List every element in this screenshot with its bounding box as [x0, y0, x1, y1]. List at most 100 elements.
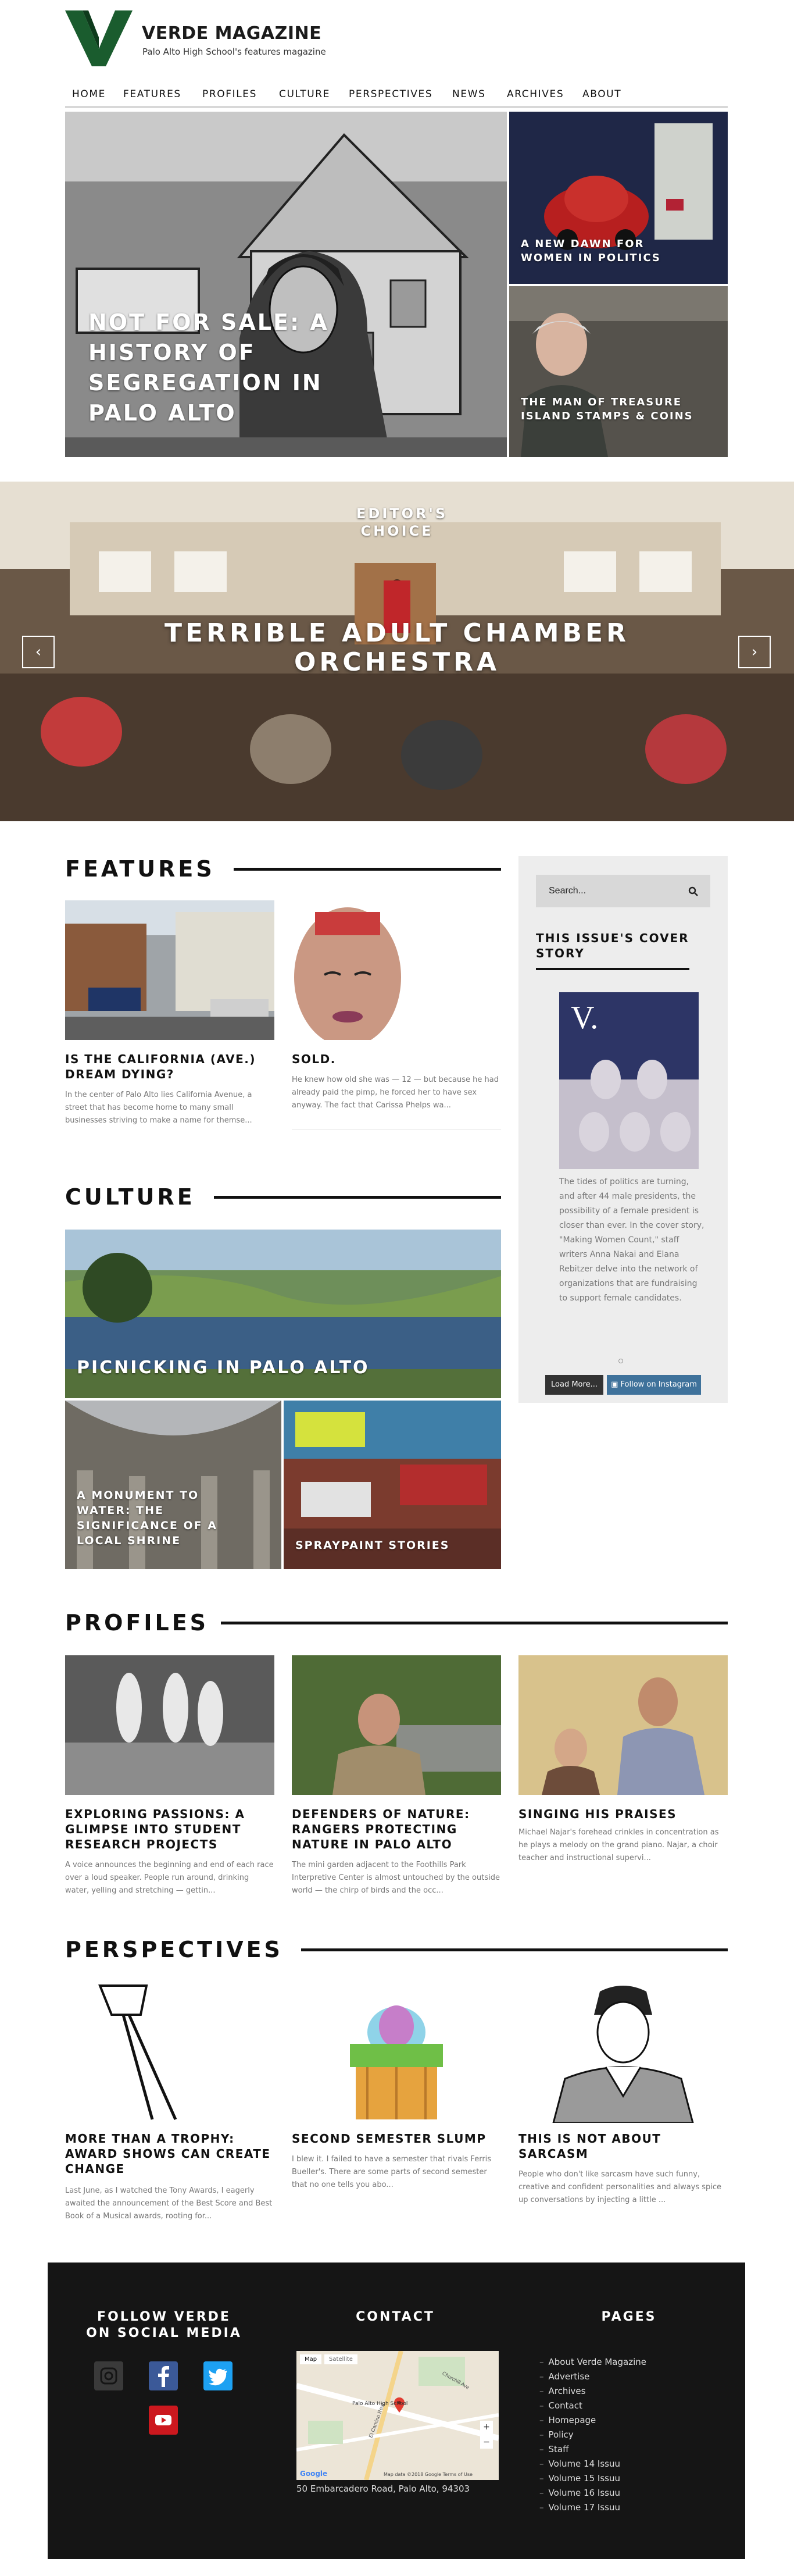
hero-main-title[interactable]: NOT FOR SALE: A HISTORY OF SEGREGATION I…	[88, 307, 391, 428]
footer-link-volume16[interactable]: Volume 16 Issuu	[539, 2486, 620, 2499]
youtube-link[interactable]	[149, 2406, 178, 2435]
profile2-title[interactable]: DEFENDERS OF NATURE: RANGERS PROTECTING …	[292, 1807, 501, 1852]
footer-link-contact[interactable]: Contact	[539, 2399, 582, 2412]
hero-side-card-politics[interactable]: A NEW DAWN FOR WOMEN IN POLITICS	[509, 112, 728, 284]
profile2-thumbnail[interactable]	[292, 1655, 501, 1795]
main-nav: HOME FEATURES PROFILES CULTURE PERSPECTI…	[65, 81, 728, 108]
profile2-image	[292, 1655, 501, 1795]
culture-main-card[interactable]: PICNICKING IN PALO ALTO	[65, 1230, 501, 1398]
profile3-title[interactable]: SINGING HIS PRAISES	[518, 1807, 728, 1822]
brand-title[interactable]: VERDE MAGAZINE	[142, 23, 321, 44]
nav-about[interactable]: ABOUT	[582, 88, 621, 100]
perspectives-rule	[301, 1948, 728, 1951]
nav-perspectives[interactable]: PERSPECTIVES	[349, 88, 432, 100]
footer-link-staff[interactable]: Staff	[539, 2443, 569, 2456]
editors-choice-slider[interactable]: EDITOR'S CHOICE TERRIBLE ADULT CHAMBER O…	[0, 482, 794, 821]
perspective1-thumbnail[interactable]	[65, 1980, 274, 2123]
arrow-right-icon: ›	[751, 643, 758, 661]
arrow-left-icon: ‹	[35, 643, 42, 661]
sidebar: THIS ISSUE'S COVER STORY V. The tides of…	[518, 856, 728, 1403]
map-image: Churchill Ave El Camino Real	[296, 2351, 499, 2480]
search-input[interactable]	[536, 875, 681, 907]
feature1-image	[65, 900, 274, 1040]
culture-heading[interactable]: CULTURE	[65, 1185, 195, 1209]
footer-link-policy[interactable]: Policy	[539, 2428, 574, 2441]
feature1-thumbnail[interactable]	[65, 900, 274, 1040]
footer-link-volume17[interactable]: Volume 17 Issuu	[539, 2501, 620, 2514]
map-tab-map[interactable]: Map	[300, 2354, 322, 2364]
map-zoom-in-button[interactable]: +	[480, 2421, 493, 2434]
cover-image[interactable]: V.	[559, 992, 699, 1169]
nav-news[interactable]: NEWS	[452, 88, 485, 100]
follow-instagram-button[interactable]: ▣ Follow on Instagram	[607, 1375, 701, 1395]
profiles-section-header: PROFILES	[65, 1611, 728, 1634]
profiles-rule	[221, 1622, 728, 1624]
footer-link-archives[interactable]: Archives	[539, 2385, 586, 2397]
features-heading[interactable]: FEATURES	[65, 857, 215, 881]
search-icon[interactable]	[688, 886, 699, 897]
nav-features[interactable]: FEATURES	[123, 88, 181, 100]
map-zoom-out-button[interactable]: −	[480, 2436, 493, 2449]
profile1-title[interactable]: EXPLORING PASSIONS: A GLIMPSE INTO STUDE…	[65, 1807, 274, 1852]
footer-link-volume14[interactable]: Volume 14 Issuu	[539, 2457, 620, 2470]
slider-prev-button[interactable]: ‹	[22, 636, 55, 668]
hero-side-card-stamps[interactable]: THE MAN OF TREASURE ISLAND STAMPS & COIN…	[509, 286, 728, 457]
profile3-image	[518, 1655, 728, 1795]
footer-link-homepage[interactable]: Homepage	[539, 2414, 596, 2427]
cover-story-rule	[536, 968, 689, 970]
nav-home[interactable]: HOME	[72, 88, 106, 100]
perspective3-title[interactable]: THIS IS NOT ABOUT SARCASM	[518, 2131, 728, 2161]
slider-next-button[interactable]: ›	[738, 636, 771, 668]
footer-address: 50 Embarcadero Road, Palo Alto, 94303	[296, 2484, 470, 2494]
footer-social-heading: FOLLOW VERDE ON SOCIAL MEDIA	[86, 2310, 242, 2340]
perspective3-image	[518, 1980, 728, 2123]
footer-link-volume15[interactable]: Volume 15 Issuu	[539, 2472, 620, 2485]
culture-main-title[interactable]: PICNICKING IN PALO ALTO	[77, 1358, 484, 1378]
perspective1-title[interactable]: MORE THAN A TROPHY: AWARD SHOWS CAN CREA…	[65, 2131, 274, 2176]
loading-spinner-icon	[618, 1359, 623, 1363]
load-more-button[interactable]: Load More...	[545, 1375, 603, 1395]
features-section-header: FEATURES	[65, 857, 501, 881]
feature1-title[interactable]: IS THE CALIFORNIA (AVE.) DREAM DYING?	[65, 1052, 274, 1082]
hero-side1-title[interactable]: A NEW DAWN FOR WOMEN IN POLITICS	[521, 237, 695, 265]
feature1-excerpt: In the center of Palo Alto lies Californ…	[65, 1091, 252, 1125]
location-map[interactable]: Churchill Ave El Camino Real Map Satelli…	[296, 2351, 499, 2480]
slider-title[interactable]: TERRIBLE ADULT CHAMBER ORCHESTRA	[0, 619, 794, 677]
perspective2-title[interactable]: SECOND SEMESTER SLUMP	[292, 2131, 501, 2146]
site-header: VERDE MAGAZINE Palo Alto High School's f…	[65, 0, 728, 81]
verde-logo-icon[interactable]	[65, 10, 133, 66]
perspectives-heading[interactable]: PERSPECTIVES	[65, 1938, 283, 1961]
perspective2-thumbnail[interactable]	[292, 1980, 501, 2123]
nav-culture[interactable]: CULTURE	[279, 88, 330, 100]
footer-link-advertise[interactable]: Advertise	[539, 2370, 590, 2383]
hero-side2-title[interactable]: THE MAN OF TREASURE ISLAND STAMPS & COIN…	[521, 396, 707, 423]
profile3-excerpt: Michael Najar's forehead crinkles in con…	[518, 1828, 719, 1862]
culture-left-card[interactable]: A MONUMENT TO WATER: THE SIGNIFICANCE OF…	[65, 1401, 281, 1569]
cover-illustration: V.	[559, 992, 699, 1169]
culture-rule	[214, 1196, 501, 1199]
footer-link-about[interactable]: About Verde Magazine	[539, 2356, 647, 2368]
twitter-link[interactable]	[203, 2361, 233, 2390]
profile1-excerpt: A voice announces the beginning and end …	[65, 1861, 274, 1895]
profile3-thumbnail[interactable]	[518, 1655, 728, 1795]
feature2-title[interactable]: SOLD.	[292, 1052, 501, 1067]
facebook-link[interactable]	[149, 2361, 178, 2390]
hero-side2-image	[509, 286, 728, 457]
map-tab-satellite[interactable]: Satellite	[324, 2354, 357, 2364]
nav-profiles[interactable]: PROFILES	[202, 88, 257, 100]
profiles-heading[interactable]: PROFILES	[65, 1611, 209, 1634]
perspective3-excerpt: People who don't like sarcasm have such …	[518, 2170, 722, 2204]
profile1-thumbnail[interactable]	[65, 1655, 274, 1795]
map-pin-label: Palo Alto High School	[352, 2401, 408, 2407]
nav-archives[interactable]: ARCHIVES	[507, 88, 564, 100]
culture-right-card[interactable]: SPRAYPAINT STORIES	[284, 1401, 501, 1569]
feature2-thumbnail[interactable]	[292, 900, 501, 1040]
hero-main-card[interactable]: NOT FOR SALE: A HISTORY OF SEGREGATION I…	[65, 112, 507, 457]
culture-right-title[interactable]: SPRAYPAINT STORIES	[295, 1538, 487, 1553]
culture-section-header: CULTURE	[65, 1185, 501, 1209]
perspective3-thumbnail[interactable]	[518, 1980, 728, 2123]
instagram-link[interactable]	[94, 2361, 123, 2390]
culture-left-title[interactable]: A MONUMENT TO WATER: THE SIGNIFICANCE OF…	[77, 1488, 239, 1548]
map-terms[interactable]: Map data ©2018 Google Terms of Use	[384, 2472, 473, 2477]
perspective2-excerpt: I blew it. I failed to have a semester t…	[292, 2155, 492, 2189]
